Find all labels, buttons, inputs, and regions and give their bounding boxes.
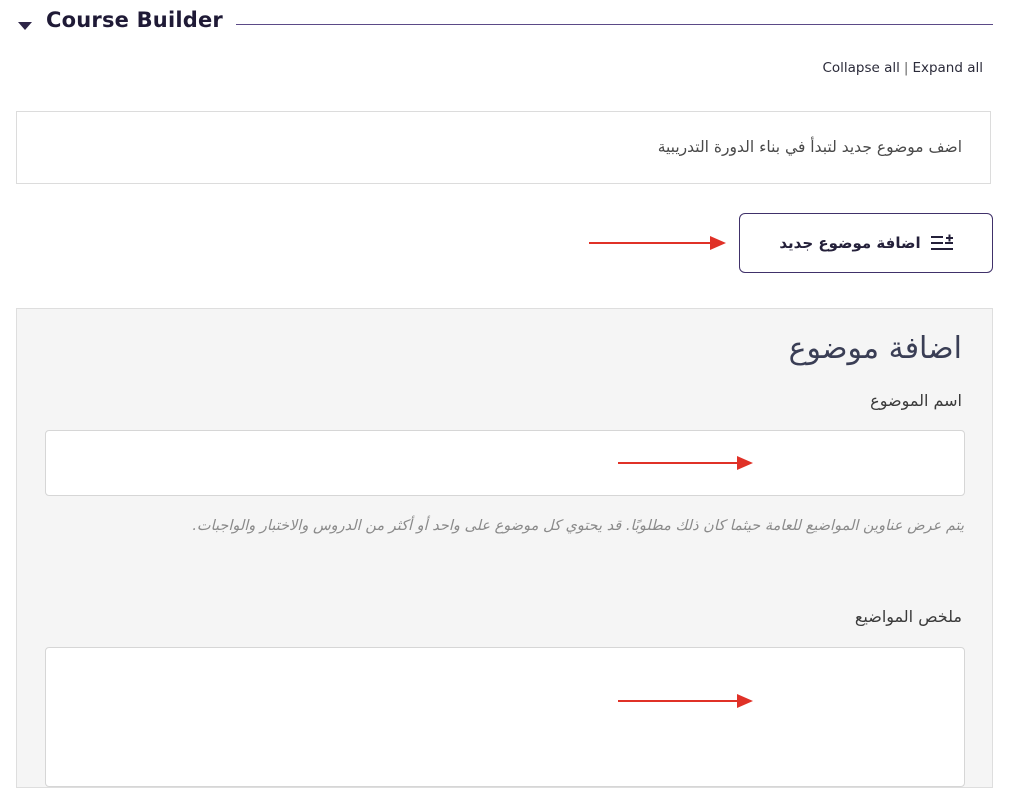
add-topic-button-label: اضافة موضوع جديد — [779, 234, 921, 252]
topic-help-text: يتم عرض عناوين المواضيع للعامة حيثما كان… — [192, 518, 964, 534]
collapse-caret-icon[interactable] — [18, 22, 32, 30]
section-title[interactable]: Course Builder — [46, 8, 223, 32]
topic-name-input[interactable] — [46, 431, 964, 495]
title-divider — [236, 24, 993, 25]
expand-all-link[interactable]: Expand all — [912, 60, 983, 76]
topic-summary-field-wrapper — [45, 647, 965, 787]
link-separator: | — [903, 60, 909, 76]
topic-summary-label: ملخص المواضيع — [854, 607, 962, 626]
topic-name-field-wrapper — [45, 430, 965, 496]
collapse-expand-links: Collapse all | Expand all — [822, 60, 983, 76]
add-topic-button[interactable]: اضافة موضوع جديد — [739, 213, 993, 273]
annotation-arrow-icon — [589, 236, 726, 250]
list-add-icon — [930, 234, 953, 250]
intro-box: اضف موضوع جديد لتبدأ في بناء الدورة التد… — [16, 111, 991, 184]
intro-text: اضف موضوع جديد لتبدأ في بناء الدورة التد… — [657, 138, 962, 156]
add-topic-panel: اضافة موضوع اسم الموضوع يتم عرض عناوين ا… — [16, 308, 993, 788]
annotation-arrow-icon — [618, 456, 753, 470]
topic-name-label: اسم الموضوع — [870, 391, 962, 410]
collapse-all-link[interactable]: Collapse all — [822, 60, 899, 76]
annotation-arrow-icon — [618, 694, 753, 708]
panel-heading: اضافة موضوع — [788, 331, 962, 366]
topic-summary-textarea[interactable] — [46, 648, 964, 786]
course-builder-header: Course Builder — [0, 0, 1024, 50]
